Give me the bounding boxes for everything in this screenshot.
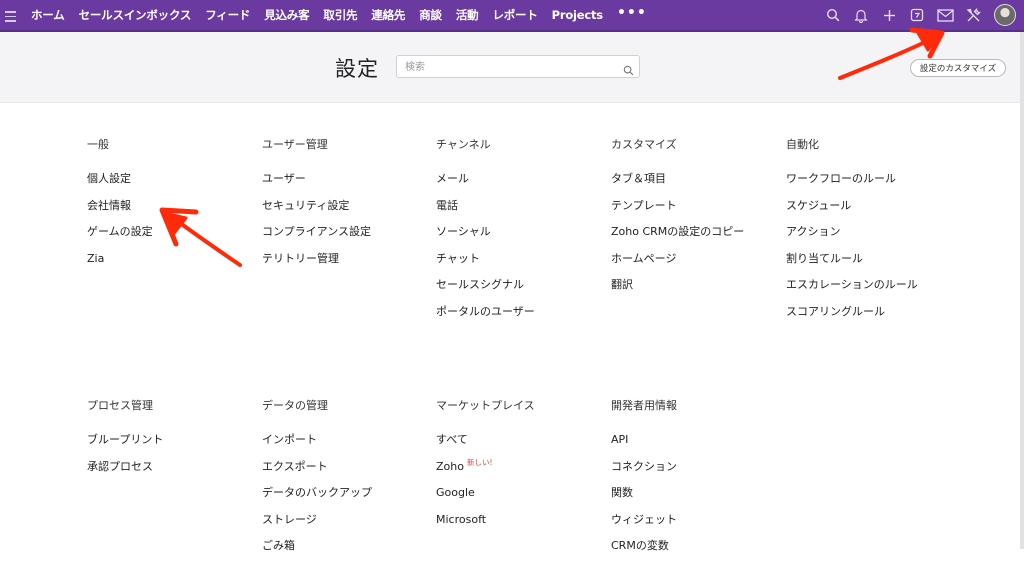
section-title: チャンネル — [436, 138, 491, 151]
section-title: プロセス管理 — [87, 399, 153, 412]
section-general: 一般 個人設定 会社情報 ゲームの設定 Zia — [87, 137, 257, 277]
top-navigation-bar: ホーム セールスインボックス フィード 見込み客 取引先 連絡先 商談 活動 レ… — [0, 0, 1024, 32]
link-compliance-settings[interactable]: コンプライアンス設定 — [262, 224, 432, 251]
link-email[interactable]: メール — [436, 171, 606, 198]
search-input[interactable] — [403, 59, 617, 76]
nav-tab-salesinbox[interactable]: セールスインボックス — [79, 7, 192, 23]
section-user-management: ユーザー管理 ユーザー セキュリティ設定 コンプライアンス設定 テリトリー管理 — [262, 137, 432, 277]
user-avatar[interactable] — [994, 4, 1016, 26]
link-home-page[interactable]: ホームページ — [611, 251, 781, 278]
nav-tab-activities[interactable]: 活動 — [456, 7, 479, 23]
link-data-backup[interactable]: データのバックアップ — [262, 485, 432, 512]
link-gamescope-settings[interactable]: ゲームの設定 — [87, 224, 257, 251]
link-escalation-rules[interactable]: エスカレーションのルール — [786, 277, 956, 304]
link-templates[interactable]: テンプレート — [611, 198, 781, 225]
link-telephony[interactable]: 電話 — [436, 198, 606, 225]
search-icon — [623, 61, 634, 80]
page-title: 設定 — [335, 57, 379, 81]
section-automation: 自動化 ワークフローのルール スケジュール アクション 割り当てルール エスカレ… — [786, 137, 956, 330]
link-copy-customization[interactable]: Zoho CRMの設定のコピー — [611, 224, 781, 251]
menu-icon[interactable] — [5, 8, 16, 22]
nav-tab-contacts[interactable]: 連絡先 — [371, 7, 405, 23]
link-import[interactable]: インポート — [262, 432, 432, 459]
mail-icon[interactable] — [936, 6, 954, 24]
customize-settings-button[interactable]: 設定のカスタマイズ — [910, 59, 1006, 77]
link-social[interactable]: ソーシャル — [436, 224, 606, 251]
nav-more-button[interactable]: ••• — [617, 5, 647, 21]
link-assignment-rules[interactable]: 割り当てルール — [786, 251, 956, 278]
section-title: データの管理 — [262, 399, 328, 412]
link-salessignals[interactable]: セールスシグナル — [436, 277, 606, 304]
section-customization: カスタマイズ タブ＆項目 テンプレート Zoho CRMの設定のコピー ホームペ… — [611, 137, 781, 304]
search-icon[interactable] — [824, 6, 842, 24]
calendar-note-icon[interactable] — [908, 6, 926, 24]
link-widgets[interactable]: ウィジェット — [611, 512, 781, 539]
link-chat[interactable]: チャット — [436, 251, 606, 278]
link-marketplace-all[interactable]: すべて — [436, 432, 606, 459]
section-data-administration: データの管理 インポート エクスポート データのバックアップ ストレージ ごみ箱 — [262, 398, 432, 565]
link-blueprint[interactable]: ブループリント — [87, 432, 257, 459]
new-badge: 新しい! — [466, 457, 493, 467]
nav-tab-leads[interactable]: 見込み客 — [264, 7, 309, 23]
link-label: Zoho — [436, 459, 464, 473]
link-storage[interactable]: ストレージ — [262, 512, 432, 539]
link-personal-settings[interactable]: 個人設定 — [87, 171, 257, 198]
section-marketplace: マーケットプレイス すべて Zoho 新しい! Google Microsoft — [436, 398, 606, 538]
link-users[interactable]: ユーザー — [262, 171, 432, 198]
link-zia[interactable]: Zia — [87, 251, 257, 278]
nav-tab-deals[interactable]: 商談 — [419, 7, 442, 23]
section-title: ユーザー管理 — [262, 138, 328, 151]
link-api[interactable]: API — [611, 432, 781, 459]
link-marketplace-zoho[interactable]: Zoho 新しい! — [436, 457, 606, 486]
link-translation[interactable]: 翻訳 — [611, 277, 781, 304]
section-channels: チャンネル メール 電話 ソーシャル チャット セールスシグナル ポータルのユー… — [436, 137, 606, 330]
link-export[interactable]: エクスポート — [262, 459, 432, 486]
section-title: 自動化 — [786, 138, 819, 151]
link-scoring-rules[interactable]: スコアリングルール — [786, 304, 956, 331]
nav-tab-feeds[interactable]: フィード — [205, 7, 250, 23]
top-right-tools — [814, 0, 1016, 30]
section-title: マーケットプレイス — [436, 399, 535, 412]
plus-icon[interactable] — [880, 6, 898, 24]
link-schedules[interactable]: スケジュール — [786, 198, 956, 225]
section-process-management: プロセス管理 ブループリント 承認プロセス — [87, 398, 257, 485]
link-security-control[interactable]: セキュリティ設定 — [262, 198, 432, 225]
link-approval-process[interactable]: 承認プロセス — [87, 459, 257, 486]
section-title: カスタマイズ — [611, 138, 677, 151]
section-title: 開発者用情報 — [611, 399, 677, 412]
page-scrollbar[interactable] — [1020, 32, 1024, 549]
link-functions[interactable]: 関数 — [611, 485, 781, 512]
setup-tools-icon[interactable] — [964, 6, 982, 24]
link-crm-variables[interactable]: CRMの変数 — [611, 538, 781, 565]
link-marketplace-microsoft[interactable]: Microsoft — [436, 512, 606, 539]
nav-tab-accounts[interactable]: 取引先 — [323, 7, 357, 23]
link-territory-management[interactable]: テリトリー管理 — [262, 251, 432, 278]
nav-tab-projects[interactable]: Projects — [552, 8, 604, 22]
settings-search[interactable] — [396, 55, 640, 78]
module-tabs: ホーム セールスインボックス フィード 見込み客 取引先 連絡先 商談 活動 レ… — [31, 0, 661, 30]
nav-tab-home[interactable]: ホーム — [31, 7, 65, 23]
link-marketplace-google[interactable]: Google — [436, 485, 606, 512]
link-connections[interactable]: コネクション — [611, 459, 781, 486]
link-company-details[interactable]: 会社情報 — [87, 198, 257, 225]
nav-tab-reports[interactable]: レポート — [492, 7, 537, 23]
link-actions[interactable]: アクション — [786, 224, 956, 251]
section-title: 一般 — [87, 138, 109, 151]
section-developer-space: 開発者用情報 API コネクション 関数 ウィジェット CRMの変数 — [611, 398, 781, 565]
link-recycle-bin[interactable]: ごみ箱 — [262, 538, 432, 565]
link-portal-users[interactable]: ポータルのユーザー — [436, 304, 606, 331]
bell-icon[interactable] — [852, 6, 870, 24]
link-workflow-rules[interactable]: ワークフローのルール — [786, 171, 956, 198]
link-modules-fields[interactable]: タブ＆項目 — [611, 171, 781, 198]
